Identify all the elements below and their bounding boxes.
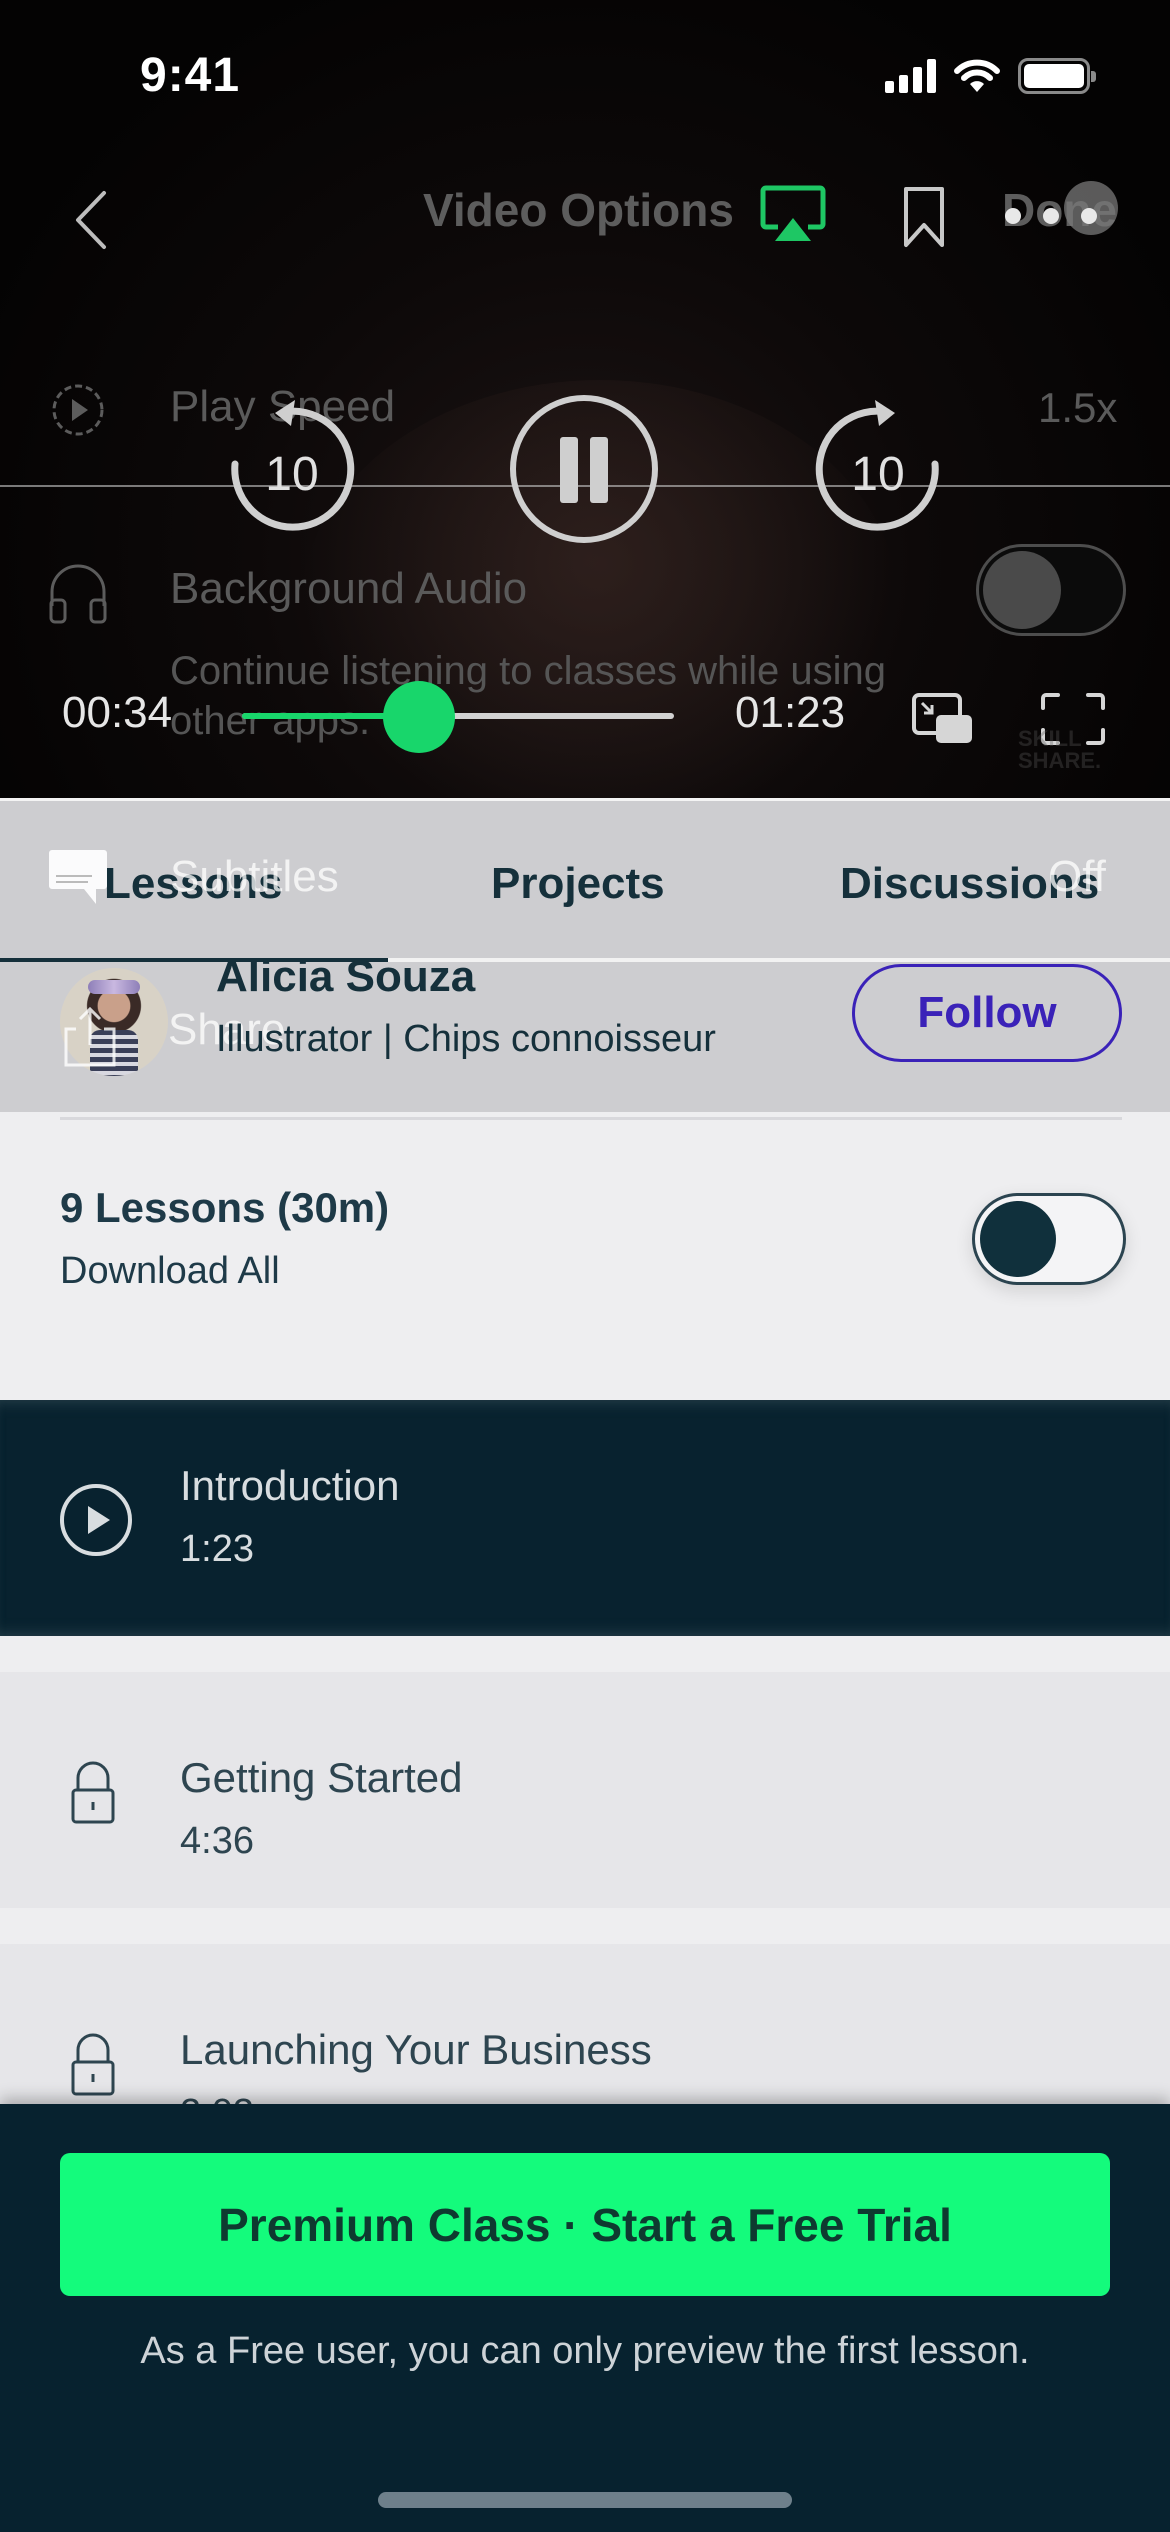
lesson-title: Getting Started	[180, 1754, 463, 1801]
play-circle-icon	[60, 1484, 132, 1556]
lesson-duration: 4:36	[180, 1820, 254, 1862]
skip-back-10-icon[interactable]: 10	[225, 390, 360, 540]
subtitles-icon	[49, 850, 107, 904]
video-options-title: Video Options	[423, 184, 734, 236]
start-free-trial-button[interactable]: Premium Class · Start a Free Trial	[60, 2153, 1110, 2296]
tab-projects[interactable]: Projects	[491, 859, 665, 909]
lessons-count: 9 Lessons (30m)	[60, 1184, 390, 1231]
pause-icon[interactable]	[508, 393, 660, 545]
share-icon	[64, 1006, 116, 1067]
skip-back-seconds: 10	[265, 448, 318, 501]
lesson-title: Introduction	[180, 1462, 400, 1509]
subtitles-value[interactable]: Off	[1048, 852, 1106, 902]
cellular-signal-icon	[885, 59, 936, 93]
lesson-row-getting-started[interactable]: Getting Started 4:36	[0, 1672, 1170, 1908]
background-audio-toggle[interactable]	[976, 544, 1126, 636]
status-time: 9:41	[140, 49, 241, 102]
scrubber-handle[interactable]	[383, 681, 456, 753]
back-chevron-icon[interactable]	[68, 185, 118, 255]
skip-forward-seconds: 10	[851, 448, 904, 501]
lock-icon	[71, 2033, 115, 2096]
headphones-icon	[49, 564, 107, 624]
section-divider	[60, 1117, 1122, 1120]
skip-forward-10-icon[interactable]: 10	[810, 390, 945, 540]
status-icons	[885, 58, 1096, 94]
video-watermark: SKILL SHARE.	[1018, 726, 1102, 773]
current-time: 00:34	[62, 688, 173, 737]
download-all-toggle[interactable]	[972, 1193, 1126, 1285]
duration: 01:23	[735, 688, 846, 737]
follow-button[interactable]: Follow	[852, 964, 1122, 1062]
teacher-name[interactable]: Alicia Souza	[216, 952, 475, 1002]
lesson-row-introduction[interactable]: Introduction 1:23	[0, 1400, 1170, 1636]
progress-track[interactable]	[242, 713, 674, 719]
bookmark-icon[interactable]	[900, 185, 948, 249]
subtitles-label[interactable]: Subtitles	[170, 852, 339, 902]
lesson-title: Launching Your Business	[180, 2026, 652, 2073]
play-speed-icon	[52, 384, 104, 436]
picture-in-picture-icon[interactable]	[912, 693, 974, 745]
teacher-bio: Illustrator | Chips connoisseur	[216, 1018, 716, 1060]
lock-icon	[71, 1761, 115, 1824]
battery-icon	[1018, 58, 1096, 94]
home-indicator[interactable]	[378, 2492, 792, 2508]
play-speed-value[interactable]: 1.5x	[1038, 384, 1117, 432]
free-user-note: As a Free user, you can only preview the…	[140, 2330, 1030, 2372]
download-all-label: Download All	[60, 1250, 280, 1292]
background-audio-label: Background Audio	[170, 564, 528, 613]
wifi-icon	[954, 59, 1000, 92]
more-dots-icon	[1005, 208, 1097, 224]
airplay-icon[interactable]	[760, 185, 826, 245]
lesson-duration: 1:23	[180, 1528, 254, 1570]
